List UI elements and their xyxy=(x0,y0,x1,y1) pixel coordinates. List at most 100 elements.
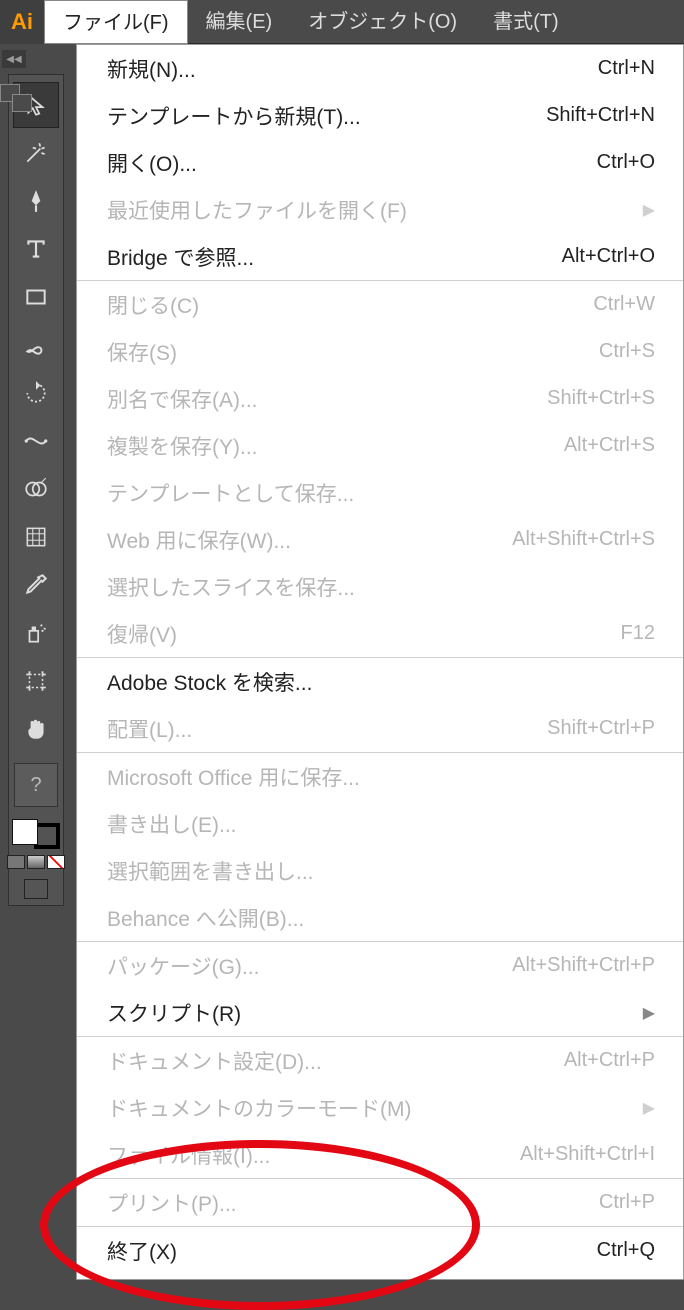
chevron-right-icon: ▶ xyxy=(643,1003,655,1023)
menu-item-label: プリント(P)... xyxy=(107,1188,237,1218)
menu-item-save-ms-office: Microsoft Office 用に保存... xyxy=(77,753,683,800)
menu-item-label: 開く(O)... xyxy=(107,148,197,178)
menu-item-shortcut: Alt+Shift+Ctrl+S xyxy=(512,528,655,551)
menu-item-shortcut: Ctrl+W xyxy=(593,293,655,316)
shape-builder-icon xyxy=(23,476,49,502)
window-arrange-icon[interactable] xyxy=(0,84,32,112)
menu-item-shortcut: Shift+Ctrl+P xyxy=(547,717,655,740)
type-icon xyxy=(23,236,49,262)
menu-item-shortcut: Shift+Ctrl+S xyxy=(547,387,655,410)
eyedropper-icon xyxy=(23,572,49,598)
menu-item-shortcut: Ctrl+P xyxy=(599,1191,655,1214)
menu-item-save-as-template: テンプレートとして保存... xyxy=(77,469,683,516)
magic-wand-tool[interactable] xyxy=(14,131,58,175)
menu-item-shortcut: Alt+Shift+Ctrl+P xyxy=(512,954,655,977)
menu-item-export-selection: 選択範囲を書き出し... xyxy=(77,847,683,894)
fill-swatch[interactable] xyxy=(12,819,38,845)
menu-item-label: Bridge で参照... xyxy=(107,242,254,272)
menu-item-scripts[interactable]: スクリプト(R) ▶ xyxy=(77,989,683,1036)
menu-item-save-for-web: Web 用に保存(W)... Alt+Shift+Ctrl+S xyxy=(77,516,683,563)
menu-type[interactable]: 書式(T) xyxy=(475,0,577,44)
file-menu-dropdown: 新規(N)... Ctrl+N テンプレートから新規(T)...Shift+Ctrl… xyxy=(76,44,684,1280)
menu-item-search-adobe-stock[interactable]: Adobe Stock を検索... xyxy=(77,658,683,705)
type-tool[interactable] xyxy=(14,227,58,271)
menu-item-label: 終了(X) xyxy=(107,1236,177,1266)
menu-file[interactable]: ファイル(F) xyxy=(44,0,188,44)
menu-item-label: 新規(N)... xyxy=(107,54,196,84)
menu-item-shortcut: Ctrl+Q xyxy=(597,1239,655,1262)
pen-tool[interactable] xyxy=(14,179,58,223)
menu-item-label: Adobe Stock を検索... xyxy=(107,667,312,697)
menu-item-label: 保存(S) xyxy=(107,337,177,367)
menu-item-new-from-template[interactable]: テンプレートから新規(T)...Shift+Ctrl+N xyxy=(77,92,683,139)
menu-item-share-behance: Behance へ公開(B)... xyxy=(77,894,683,941)
menu-item-label: 複製を保存(Y)... xyxy=(107,431,258,461)
menu-item-file-info: ファイル情報(I)... Alt+Shift+Ctrl+I xyxy=(77,1131,683,1178)
shape-builder-tool[interactable] xyxy=(14,467,58,511)
screen-mode-button[interactable] xyxy=(24,879,48,899)
eyedropper-tool[interactable] xyxy=(14,563,58,607)
menubar: Ai ファイル(F) 編集(E) オブジェクト(O) 書式(T) xyxy=(0,0,684,44)
rotate-tool[interactable] xyxy=(14,371,58,415)
menu-item-label: Web 用に保存(W)... xyxy=(107,525,291,555)
menu-item-label: 選択したスライスを保存... xyxy=(107,572,355,602)
menu-item-label: ファイル情報(I)... xyxy=(107,1140,270,1170)
menu-item-shortcut: Alt+Shift+Ctrl+I xyxy=(520,1143,655,1166)
help-button[interactable]: ? xyxy=(14,763,58,807)
collapse-panel-button[interactable]: ◀◀ xyxy=(2,50,26,68)
width-icon xyxy=(23,428,49,454)
menu-item-label: 復帰(V) xyxy=(107,619,177,649)
menu-item-label: ドキュメント設定(D)... xyxy=(107,1046,322,1076)
symbol-sprayer-tool[interactable] xyxy=(14,611,58,655)
menu-item-new[interactable]: 新規(N)... Ctrl+N xyxy=(77,45,683,92)
chevron-right-icon: ▶ xyxy=(643,200,655,220)
menu-item-label: 最近使用したファイルを開く(F) xyxy=(107,195,407,225)
menu-item-label: パッケージ(G)... xyxy=(107,951,259,981)
help-label: ? xyxy=(30,774,41,797)
hand-tool[interactable] xyxy=(14,707,58,751)
color-mode-solid[interactable] xyxy=(7,855,25,869)
menu-item-label: スクリプト(R) xyxy=(107,998,241,1028)
menu-item-label: 閉じる(C) xyxy=(107,290,199,320)
paintbrush-tool[interactable] xyxy=(14,323,58,367)
menu-item-shortcut: F12 xyxy=(621,622,655,645)
menu-item-label: 配置(L)... xyxy=(107,714,192,744)
menu-item-shortcut: Alt+Ctrl+P xyxy=(564,1049,655,1072)
rectangle-tool[interactable] xyxy=(14,275,58,319)
menu-item-browse-bridge[interactable]: Bridge で参照... Alt+Ctrl+O xyxy=(77,233,683,280)
brush-icon xyxy=(23,332,49,358)
menu-item-shortcut: Alt+Ctrl+S xyxy=(564,434,655,457)
menu-item-shortcut: Ctrl+N xyxy=(598,57,655,80)
menu-item-label: 選択範囲を書き出し... xyxy=(107,856,314,886)
menu-item-label: ドキュメントのカラーモード(M) xyxy=(107,1093,411,1123)
rectangle-icon xyxy=(23,284,49,310)
menu-item-shortcut: Shift+Ctrl+N xyxy=(546,104,655,127)
menu-item-open[interactable]: 開く(O)... Ctrl+O xyxy=(77,139,683,186)
artboard-icon xyxy=(23,668,49,694)
menu-item-save-copy: 複製を保存(Y)... Alt+Ctrl+S xyxy=(77,422,683,469)
spray-icon xyxy=(23,620,49,646)
menu-item-label: Microsoft Office 用に保存... xyxy=(107,762,360,792)
mesh-tool[interactable] xyxy=(14,515,58,559)
menu-edit[interactable]: 編集(E) xyxy=(188,0,291,44)
menu-item-package: パッケージ(G)... Alt+Shift+Ctrl+P xyxy=(77,942,683,989)
menu-item-label: テンプレートとして保存... xyxy=(107,478,354,508)
menu-item-shortcut: Ctrl+S xyxy=(599,340,655,363)
menu-item-label: 書き出し(E)... xyxy=(107,809,237,839)
left-panel: ◀◀ xyxy=(0,44,76,1280)
color-mode-gradient[interactable] xyxy=(27,855,45,869)
menu-object[interactable]: オブジェクト(O) xyxy=(290,0,475,44)
color-mode-none[interactable] xyxy=(47,855,65,869)
menu-item-shortcut: Alt+Ctrl+O xyxy=(562,245,655,268)
menu-item-shortcut: Ctrl+O xyxy=(597,151,655,174)
menu-item-label: Behance へ公開(B)... xyxy=(107,903,304,933)
width-tool[interactable] xyxy=(14,419,58,463)
menu-item-export: 書き出し(E)... xyxy=(77,800,683,847)
menu-item-print: プリント(P)... Ctrl+P xyxy=(77,1179,683,1226)
menu-item-exit[interactable]: 終了(X) Ctrl+Q xyxy=(77,1227,683,1274)
menu-item-open-recent: 最近使用したファイルを開く(F) ▶ xyxy=(77,186,683,233)
menu-item-save-as: 別名で保存(A)...Shift+Ctrl+S xyxy=(77,375,683,422)
pen-icon xyxy=(23,188,49,214)
app-logo: Ai xyxy=(0,0,44,44)
artboard-tool[interactable] xyxy=(14,659,58,703)
